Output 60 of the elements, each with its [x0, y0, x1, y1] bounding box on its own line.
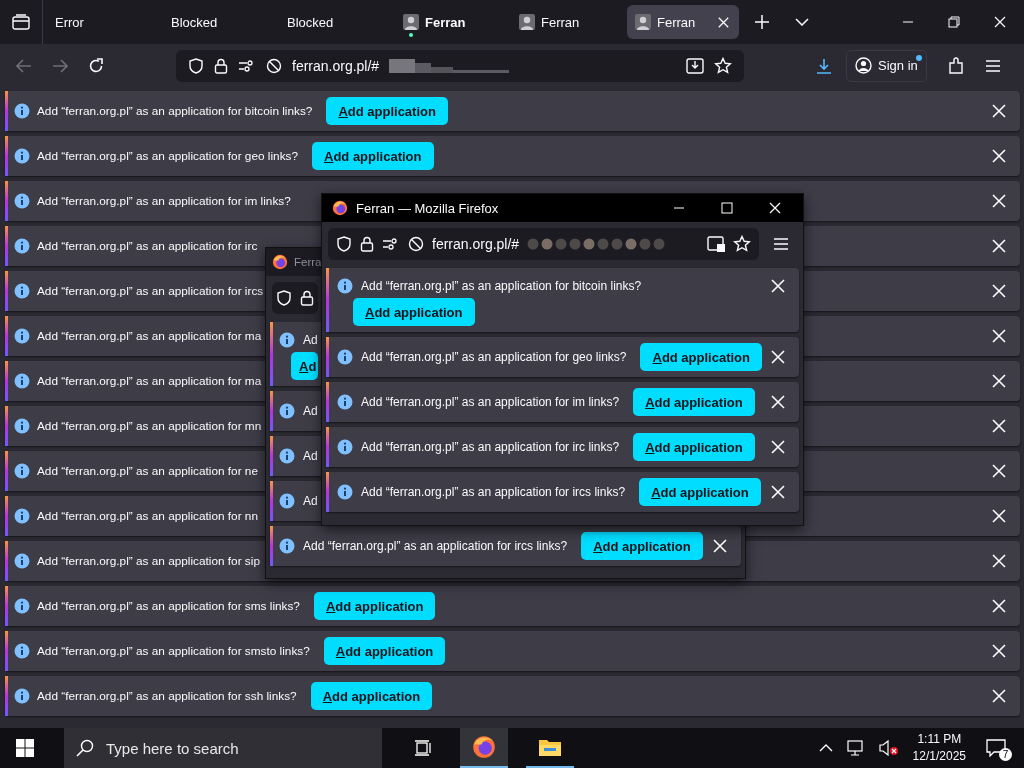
- notification-text: Add “ferran.org.pl” as an application for ircs links?: [303, 539, 568, 553]
- url-text: ferran.org.pl/#: [292, 57, 380, 74]
- tab-title: Error: [55, 14, 84, 30]
- browser-tab[interactable]: Ferran: [627, 5, 739, 39]
- add-application-button[interactable]: Add application: [640, 343, 762, 371]
- notification-count: 7: [999, 748, 1012, 761]
- notification-text: Add “ferran.org.pl” as an application for bitcoin links?: [361, 279, 642, 293]
- notification-text: Add “ferran.org.pl” as an application for nn: [37, 509, 258, 523]
- add-application-button[interactable]: Add application: [326, 97, 448, 125]
- add-application-button[interactable]: Add application: [353, 298, 475, 326]
- address-bar[interactable]: ferran.org.pl/#: [176, 49, 744, 82]
- notification-text: Add “ferran.org.pl” as an application for mn: [37, 419, 262, 433]
- notification-text: Add “ferran.org.pl” as an application for ircs: [37, 284, 264, 298]
- notification-text: Ad: [303, 449, 318, 463]
- notification-text: Add “ferran.org.pl” as an application for ma: [37, 374, 262, 388]
- notification-text: Add “ferran.org.pl” as an application for im links?: [361, 395, 620, 409]
- tab-title: Ferran: [657, 14, 696, 30]
- url-text: ferran.org.pl/#: [432, 236, 520, 252]
- tab-title: Blocked: [171, 14, 218, 30]
- clock-time[interactable]: 1:11 PM: [917, 731, 962, 748]
- window-title: Ferran — Mozilla Firefox: [356, 200, 499, 216]
- tab-title: Ferran: [541, 14, 580, 30]
- add-application-button[interactable]: Add application: [581, 532, 703, 560]
- window-title: Ferra: [294, 256, 322, 268]
- add-application-button[interactable]: Add application: [633, 433, 755, 461]
- add-application-button[interactable]: Add application: [310, 682, 433, 710]
- tab-title: Blocked: [287, 14, 334, 30]
- notification-text: Add “ferran.org.pl” as an application for bitcoin links?: [37, 104, 313, 118]
- sign-in-button[interactable]: Sign in: [846, 49, 927, 82]
- add-application-button[interactable]: Add application: [312, 142, 434, 170]
- browser-tab[interactable]: Blocked: [163, 5, 275, 39]
- notification-text: Add “ferran.org.pl” as an application for smsto links?: [37, 644, 310, 658]
- browser-tab[interactable]: Ferran: [395, 5, 507, 39]
- notification-text: Add “ferran.org.pl” as an application for ne: [37, 464, 258, 478]
- tab-title: Ferran: [425, 14, 466, 30]
- add-application-button[interactable]: Add application: [639, 478, 761, 506]
- add-application-button[interactable]: Add application: [323, 637, 446, 665]
- notification-text: Add “ferran.org.pl” as an application for ssh links?: [37, 689, 297, 703]
- notification-text: Ad: [303, 404, 318, 418]
- address-bar[interactable]: ferran.org.pl/#: [328, 228, 759, 260]
- add-application-button[interactable]: Add application: [633, 388, 755, 416]
- search-input[interactable]: Type here to search: [104, 738, 368, 758]
- notification-text: Ad: [303, 333, 318, 347]
- notification-text: Add “ferran.org.pl” as an application for ircs links?: [361, 485, 626, 499]
- add-application-button[interactable]: Ad: [291, 352, 319, 380]
- add-application-button[interactable]: Add application: [313, 592, 436, 620]
- browser-tab[interactable]: Error: [47, 5, 159, 39]
- taskbar-search-field[interactable]: Type here to search: [64, 728, 382, 768]
- notification-text: Add “ferran.org.pl” as an application for geo links?: [361, 350, 627, 364]
- notification-text: Add “ferran.org.pl” as an application for irc: [37, 239, 258, 253]
- notification-text: Add “ferran.org.pl” as an application for geo links?: [37, 149, 298, 163]
- browser-tab[interactable]: Ferran: [511, 5, 623, 39]
- notification-text: Add “ferran.org.pl” as an application for sms links?: [37, 599, 300, 613]
- notification-text: Add “ferran.org.pl” as an application for sip: [37, 554, 260, 568]
- notification-text: Ad: [303, 494, 318, 508]
- notification-text: Add “ferran.org.pl” as an application for irc links?: [361, 440, 620, 454]
- browser-tab[interactable]: Blocked: [279, 5, 391, 39]
- clock-date[interactable]: 12/1/2025: [912, 748, 966, 765]
- notification-text: Add “ferran.org.pl” as an application for im links?: [37, 194, 291, 208]
- notification-text: Add “ferran.org.pl” as an application for ma: [37, 329, 262, 343]
